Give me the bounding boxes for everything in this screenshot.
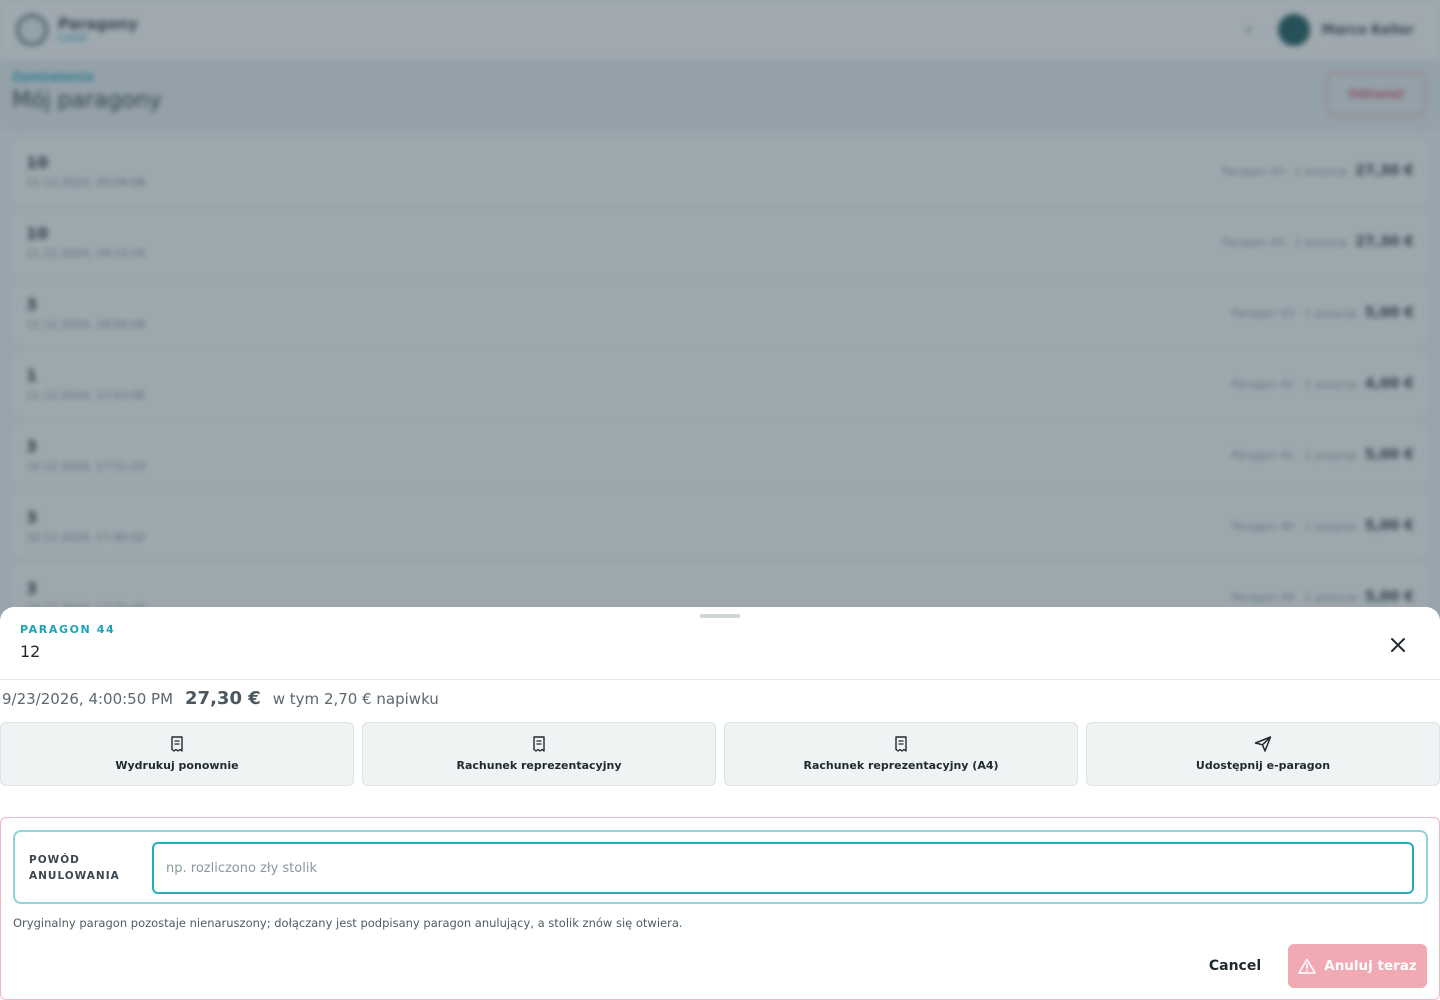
void-now-label: Anuluj teraz (1324, 958, 1417, 974)
receipt-icon (171, 736, 183, 752)
receipt-kicker: PARAGON 44 (20, 623, 116, 636)
receipt-meta: 9/23/2026, 4:00:50 PM 27,30 € w tym 2,70… (0, 680, 1440, 722)
reprint-button[interactable]: Wydrukuj ponownie (0, 722, 354, 786)
share-e-receipt-label: Udostępnij e-paragon (1195, 759, 1331, 772)
representative-bill-a4-label: Rachunek reprezentacyjny (A4) (803, 759, 999, 772)
void-reason-input[interactable] (152, 842, 1414, 894)
reprint-button-label: Wydrukuj ponownie (115, 759, 239, 772)
receipt-actions: Wydrukuj ponownie Rachunek reprezentacyj… (0, 722, 1440, 786)
receipt-timestamp: 9/23/2026, 4:00:50 PM (2, 690, 174, 708)
close-icon (1391, 638, 1405, 652)
void-note: Oryginalny paragon pozostaje nienaruszon… (13, 916, 683, 930)
sheet-title: 12 (20, 642, 41, 661)
representative-bill-a4-button[interactable]: Rachunek reprezentacyjny (A4) (724, 722, 1078, 786)
sheet-header: PARAGON 44 12 (0, 607, 1440, 680)
representative-bill-label: Rachunek reprezentacyjny (456, 759, 622, 772)
receipt-icon (533, 736, 545, 752)
close-button[interactable] (1384, 631, 1412, 659)
representative-bill-button[interactable]: Rachunek reprezentacyjny (362, 722, 716, 786)
receipt-tip: w tym 2,70 € napiwku (272, 690, 439, 708)
send-icon (1254, 736, 1272, 752)
void-panel: POWÓD ANULOWANIA Oryginalny paragon pozo… (0, 817, 1440, 1000)
warning-icon (1298, 958, 1317, 974)
cancel-button[interactable]: Cancel (1197, 944, 1273, 988)
receipt-total: 27,30 € (185, 688, 261, 709)
void-now-button[interactable]: Anuluj teraz (1288, 944, 1427, 988)
void-reason-label: POWÓD ANULOWANIA (29, 854, 120, 882)
share-e-receipt-button[interactable]: Udostępnij e-paragon (1086, 722, 1440, 786)
receipt-sheet: PARAGON 44 12 9/23/2026, 4:00:50 PM 27,3… (0, 607, 1440, 1000)
receipt-icon (895, 736, 907, 752)
void-reason-box: POWÓD ANULOWANIA (13, 830, 1428, 904)
